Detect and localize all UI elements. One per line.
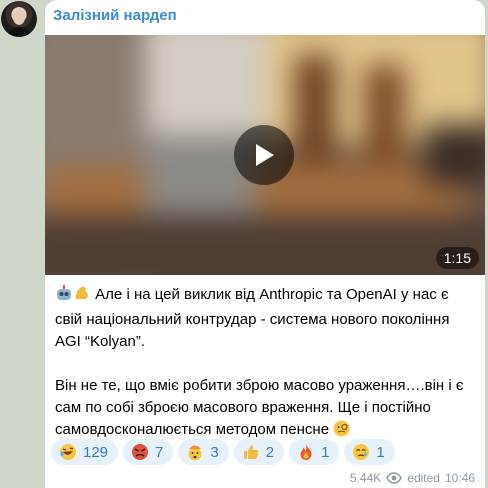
message-bubble: Залізний нардеп 1:15 Але і на цей виклик… <box>45 0 485 488</box>
flexed-biceps-emoji-icon <box>73 284 91 309</box>
reaction-count: 1 <box>376 443 385 461</box>
reaction-thumbs-up[interactable]: 2 <box>233 439 285 465</box>
message-time: 10:46 <box>444 471 475 485</box>
message-text-line-2: Він не те, що вміє робити зброю масово у… <box>55 377 464 438</box>
reaction-count: 129 <box>83 443 109 461</box>
reaction-count: 1 <box>321 443 330 461</box>
message-paragraph-1: Але і на цей виклик від Anthropic та Ope… <box>55 284 475 353</box>
reaction-exploding-head[interactable]: 3 <box>178 439 229 465</box>
message-paragraph-2: Він не те, що вміє робити зброю масово у… <box>55 375 475 444</box>
message-text-line-1: Але і на цей виклик від Anthropic та Ope… <box>55 286 450 350</box>
avatar-face <box>13 10 25 25</box>
thumbs-up-emoji-icon <box>243 445 258 459</box>
edited-label: edited <box>407 471 440 485</box>
reaction-count: 2 <box>265 443 275 461</box>
channel-avatar[interactable] <box>1 1 37 37</box>
video-duration: 1:15 <box>435 247 479 269</box>
reaction-fire[interactable]: 1 <box>289 439 340 465</box>
eye-icon <box>386 472 403 484</box>
reaction-angry[interactable]: 7 <box>123 439 174 465</box>
message-meta: 5.44K edited 10:46 <box>350 471 475 485</box>
video-preview[interactable]: 1:15 <box>45 35 485 275</box>
reaction-count: 3 <box>210 443 219 461</box>
exploding-head-emoji-icon <box>188 445 202 461</box>
reactions-bar: 129 7 3 2 1 1 <box>51 439 395 465</box>
angry-face-emoji-icon <box>132 444 149 460</box>
reaction-crying[interactable]: 1 <box>344 439 395 465</box>
reaction-count: 7 <box>155 443 164 461</box>
views-count: 5.44K <box>349 471 382 485</box>
channel-name[interactable]: Залізний нардеп <box>53 7 177 24</box>
avatar-shirt <box>7 27 31 37</box>
rofl-emoji-icon <box>60 444 76 460</box>
message-text: Але і на цей виклик від Anthropic та Ope… <box>55 284 475 444</box>
reaction-rofl[interactable]: 129 <box>51 439 119 465</box>
fire-emoji-icon <box>300 444 312 460</box>
play-button[interactable] <box>234 125 294 185</box>
crying-face-emoji-icon <box>353 444 370 460</box>
robot-emoji-icon <box>55 284 73 309</box>
play-icon <box>256 144 274 166</box>
